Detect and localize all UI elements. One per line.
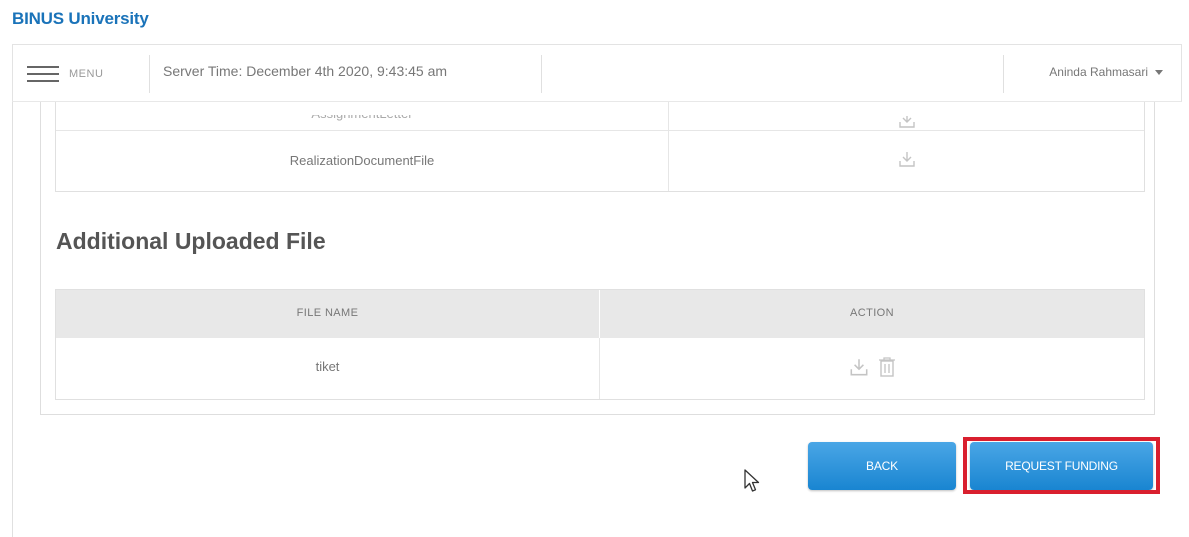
caret-down-icon <box>1155 69 1163 75</box>
section-title: Additional Uploaded File <box>56 228 326 254</box>
divider <box>1003 55 1004 93</box>
user-name: Aninda Rahmasari <box>1049 65 1148 79</box>
column-header-file-name: FILE NAME <box>296 307 359 319</box>
hamburger-icon <box>27 65 59 83</box>
uploaded-files-table: FILE NAME ACTION tiket <box>55 289 1145 400</box>
trash-icon[interactable] <box>878 356 896 378</box>
mouse-cursor-icon <box>743 468 761 499</box>
table-row: tiket <box>56 338 1144 399</box>
divider <box>149 55 150 93</box>
document-name: RealizationDocumentFile <box>289 153 435 168</box>
table-header: FILE NAME ACTION <box>56 290 1144 338</box>
user-menu[interactable]: Aninda Rahmasari <box>1049 65 1163 79</box>
download-icon[interactable] <box>897 116 917 130</box>
back-button[interactable]: BACK <box>808 442 956 490</box>
brand-title: BINUS University <box>12 9 149 28</box>
download-icon[interactable] <box>848 356 870 378</box>
download-icon[interactable] <box>897 149 917 169</box>
document-name: AssignmentLetter <box>311 106 413 121</box>
menu-button[interactable]: MENU <box>27 57 103 91</box>
page-border <box>12 102 13 537</box>
top-navigation-bar: MENU Server Time: December 4th 2020, 9:4… <box>12 44 1182 102</box>
request-funding-button[interactable]: REQUEST FUNDING <box>970 442 1153 490</box>
table-row: RealizationDocumentFile <box>56 131 1144 191</box>
table-row: AssignmentLetter <box>56 102 1144 131</box>
file-name: tiket <box>315 359 340 374</box>
menu-label: MENU <box>69 68 104 80</box>
divider <box>541 55 542 93</box>
column-header-action: ACTION <box>850 307 894 319</box>
server-time: Server Time: December 4th 2020, 9:43:45 … <box>163 63 448 79</box>
documents-table: AssignmentLetter RealizationDocumentFile <box>55 102 1145 192</box>
